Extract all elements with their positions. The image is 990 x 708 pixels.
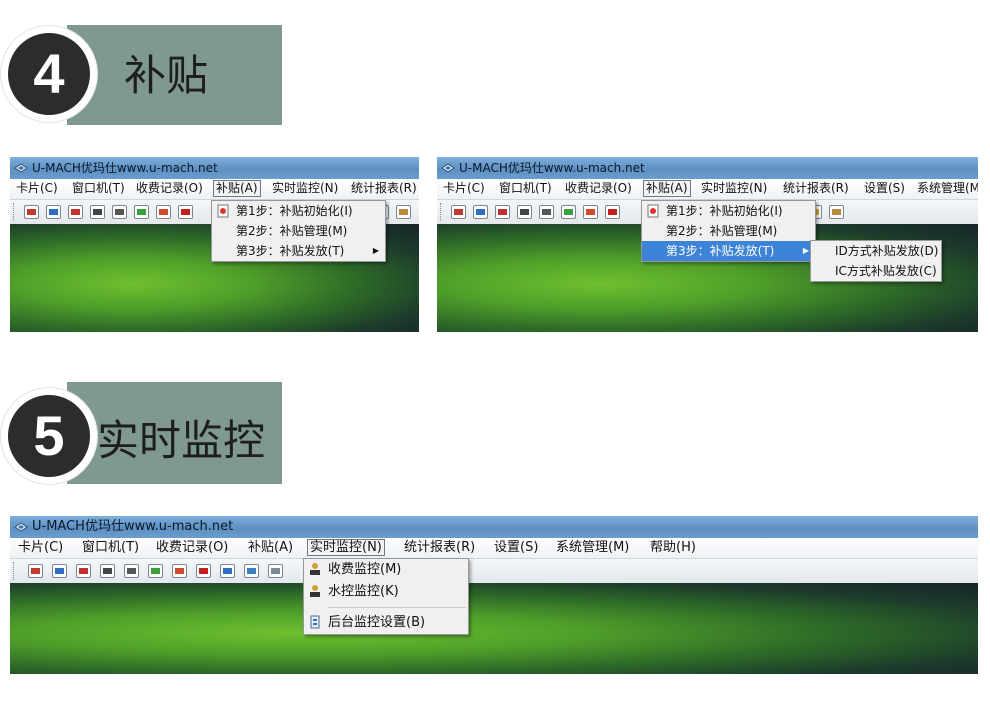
- window-title: U-MACH优玛仕www.u-mach.net: [32, 519, 234, 534]
- window-title: U-MACH优玛仕www.u-mach.net: [32, 161, 218, 175]
- card-ok-icon[interactable]: [46, 205, 61, 219]
- user-icon[interactable]: [829, 205, 844, 219]
- doc-delete-icon[interactable]: [178, 205, 193, 219]
- menu-item-subsidy-manage[interactable]: 第2步：补贴管理(M): [642, 221, 815, 241]
- menu-item-backend-monitor-settings[interactable]: 后台监控设置(B): [304, 612, 468, 634]
- toolbar-grip: [13, 203, 17, 221]
- submenu-arrow-icon: ▶: [802, 246, 809, 255]
- menu-card[interactable]: 卡片(C): [443, 181, 485, 196]
- doc-remove-icon[interactable]: [156, 205, 171, 219]
- realtime-monitor-menu: 收费监控(M) 水控监控(K) 后台监控设置(B): [303, 558, 469, 635]
- menu-system-admin[interactable]: 系统管理(M: [917, 181, 978, 196]
- monitor-person-icon: [310, 563, 320, 575]
- screenshot-subsidy-submenu: U-MACH优玛仕www.u-mach.net 卡片(C) 窗口机(T) 收费记…: [437, 157, 978, 332]
- menubar: 卡片(C) 窗口机(T) 收费记录(O) 补贴(A) 实时监控(N) 统计报表(…: [10, 179, 419, 200]
- menu-terminal[interactable]: 窗口机(T): [499, 181, 552, 196]
- submenu-arrow-icon: ▶: [372, 246, 379, 255]
- edit-card-icon[interactable]: [451, 205, 466, 219]
- menu-statistics[interactable]: 统计报表(R): [404, 540, 475, 555]
- user-icon[interactable]: [396, 205, 411, 219]
- window-title: U-MACH优玛仕www.u-mach.net: [459, 161, 645, 175]
- window-titlebar: U-MACH优玛仕www.u-mach.net: [10, 516, 978, 538]
- chat-icon[interactable]: [220, 564, 235, 578]
- subsidy-menu: 第1步：补贴初始化(I) 第2步：补贴管理(M) 第3步：补贴发放(T) ▶: [641, 200, 816, 262]
- menu-charge-records[interactable]: 收费记录(O): [565, 181, 632, 196]
- menu-settings[interactable]: 设置(S): [864, 181, 905, 196]
- menu-realtime-monitor[interactable]: 实时监控(N): [307, 539, 385, 556]
- subsidy-doc-icon: [217, 204, 229, 218]
- menu-system-admin[interactable]: 系统管理(M): [556, 540, 629, 555]
- menu-item-subsidy-manage[interactable]: 第2步：补贴管理(M): [212, 221, 385, 241]
- menubar: 卡片(C) 窗口机(T) 收费记录(O) 补贴(A) 实时监控(N) 统计报表(…: [437, 179, 978, 200]
- menu-charge-records[interactable]: 收费记录(O): [156, 540, 228, 555]
- menu-subsidy[interactable]: 补贴(A): [213, 180, 261, 197]
- doc-delete-icon[interactable]: [605, 205, 620, 219]
- menu-item-water-monitor[interactable]: 水控监控(K): [304, 581, 468, 603]
- card-cancel-icon[interactable]: [76, 564, 91, 578]
- step5-title: 实时监控: [97, 416, 266, 465]
- screenshot-subsidy-menu: U-MACH优玛仕www.u-mach.net 卡片(C) 窗口机(T) 收费记…: [10, 157, 419, 332]
- card-cancel-icon[interactable]: [68, 205, 83, 219]
- card-ok-icon[interactable]: [52, 564, 67, 578]
- settings-doc-icon: [310, 615, 320, 629]
- screenshot-realtime-monitor: U-MACH优玛仕www.u-mach.net 卡片(C) 窗口机(T) 收费记…: [10, 516, 978, 674]
- desktop-background: [10, 583, 978, 674]
- menu-realtime-monitor[interactable]: 实时监控(N): [701, 181, 767, 196]
- menu-statistics[interactable]: 统计报表(R): [783, 181, 849, 196]
- menu-item-charge-monitor[interactable]: 收费监控(M): [304, 559, 468, 581]
- card-ok-icon[interactable]: [473, 205, 488, 219]
- card-reader-icon[interactable]: [517, 205, 532, 219]
- doc-add-icon[interactable]: [148, 564, 163, 578]
- menu-help[interactable]: 帮助(H): [650, 540, 696, 555]
- menu-item-subsidy-init[interactable]: 第1步：补贴初始化(I): [642, 201, 815, 221]
- step4-title: 补贴: [124, 51, 209, 100]
- card-cancel-icon[interactable]: [495, 205, 510, 219]
- menu-item-id-issue[interactable]: ID方式补贴发放(D): [811, 241, 941, 261]
- monitor-icon[interactable]: [268, 564, 283, 578]
- doc-remove-icon[interactable]: [583, 205, 598, 219]
- menu-statistics[interactable]: 统计报表(R): [351, 181, 417, 196]
- toolbar-grip: [13, 562, 17, 580]
- doc-add-icon[interactable]: [561, 205, 576, 219]
- menu-settings[interactable]: 设置(S): [494, 540, 538, 555]
- menu-card[interactable]: 卡片(C): [18, 540, 63, 555]
- subsidy-issue-submenu: ID方式补贴发放(D) IC方式补贴发放(C): [810, 240, 942, 282]
- toolbar-grip: [440, 203, 444, 221]
- house-icon[interactable]: [539, 205, 554, 219]
- menu-terminal[interactable]: 窗口机(T): [72, 181, 125, 196]
- window-titlebar: U-MACH优玛仕www.u-mach.net: [437, 157, 978, 179]
- step4-number-badge: 4: [1, 26, 97, 122]
- menu-separator: [328, 607, 466, 608]
- menu-subsidy[interactable]: 补贴(A): [248, 540, 293, 555]
- subsidy-doc-icon: [647, 204, 659, 218]
- app-icon: [441, 163, 455, 173]
- menu-card[interactable]: 卡片(C): [16, 181, 58, 196]
- doc-add-icon[interactable]: [134, 205, 149, 219]
- doc-remove-icon[interactable]: [172, 564, 187, 578]
- card-reader-icon[interactable]: [90, 205, 105, 219]
- step5-number-badge: 5: [1, 388, 97, 484]
- menu-item-subsidy-issue[interactable]: 第3步：补贴发放(T) ▶: [642, 241, 815, 261]
- menu-charge-records[interactable]: 收费记录(O): [136, 181, 203, 196]
- app-icon: [14, 522, 28, 532]
- app-icon: [14, 163, 28, 173]
- menu-terminal[interactable]: 窗口机(T): [82, 540, 139, 555]
- report-icon[interactable]: [244, 564, 259, 578]
- menu-item-subsidy-init[interactable]: 第1步：补贴初始化(I): [212, 201, 385, 221]
- menu-realtime-monitor[interactable]: 实时监控(N): [272, 181, 338, 196]
- card-reader-icon[interactable]: [100, 564, 115, 578]
- menu-subsidy[interactable]: 补贴(A): [643, 180, 691, 197]
- doc-delete-icon[interactable]: [196, 564, 211, 578]
- toolbar: [10, 559, 978, 583]
- menubar: 卡片(C) 窗口机(T) 收费记录(O) 补贴(A) 实时监控(N) 统计报表(…: [10, 538, 978, 559]
- house-icon[interactable]: [124, 564, 139, 578]
- house-icon[interactable]: [112, 205, 127, 219]
- edit-card-icon[interactable]: [24, 205, 39, 219]
- monitor-person-icon: [310, 585, 320, 597]
- window-titlebar: U-MACH优玛仕www.u-mach.net: [10, 157, 419, 179]
- edit-card-icon[interactable]: [28, 564, 43, 578]
- subsidy-menu: 第1步：补贴初始化(I) 第2步：补贴管理(M) 第3步：补贴发放(T) ▶: [211, 200, 386, 262]
- menu-item-subsidy-issue[interactable]: 第3步：补贴发放(T) ▶: [212, 241, 385, 261]
- menu-item-ic-issue[interactable]: IC方式补贴发放(C): [811, 261, 941, 281]
